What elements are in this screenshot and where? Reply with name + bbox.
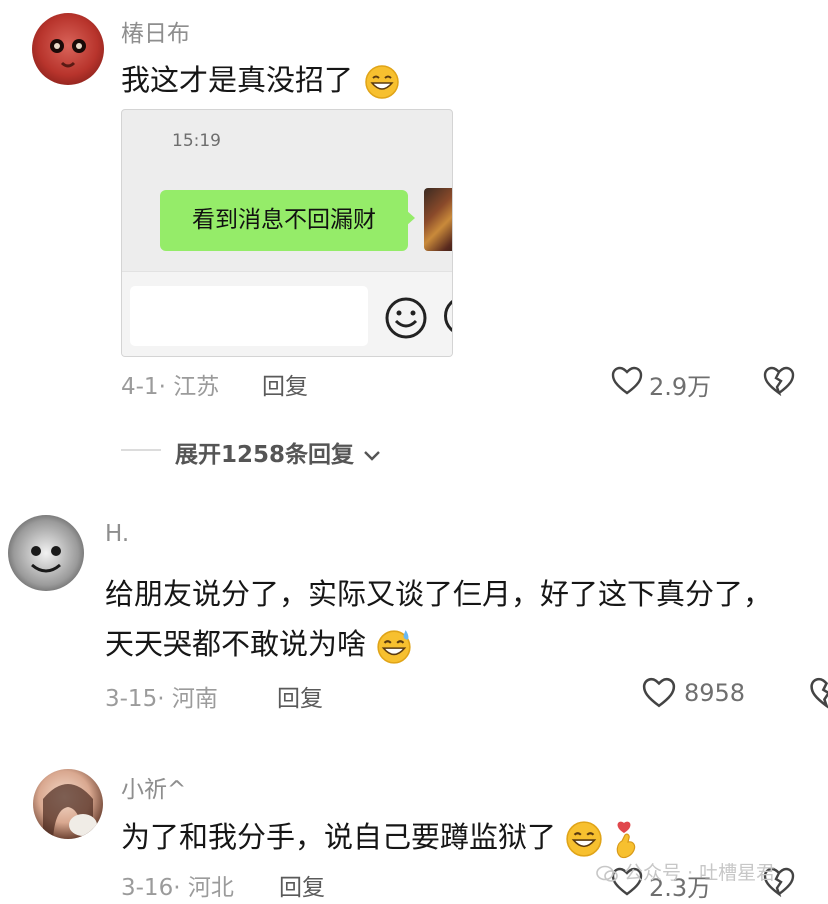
chat-input-bar <box>122 271 452 356</box>
username[interactable]: 椿日布 <box>121 14 190 48</box>
date-location: 4-1· 江苏 <box>121 374 220 400</box>
sweat-smile-emoji-icon <box>377 630 411 664</box>
portrait-icon <box>43 784 97 839</box>
like-count: 8958 <box>684 679 746 707</box>
reply-button[interactable]: 回复 <box>277 679 323 713</box>
avatar[interactable] <box>33 769 103 839</box>
heart-icon[interactable] <box>642 677 676 709</box>
grin-emoji-icon <box>365 65 399 99</box>
expand-replies-button[interactable]: 展开1258条回复 <box>175 435 382 469</box>
broken-heart-icon[interactable] <box>806 677 828 709</box>
chat-timestamp: 15:19 <box>172 131 221 151</box>
embedded-chat-screenshot[interactable]: 15:19 看到消息不回漏财 <box>121 109 453 357</box>
username[interactable]: 小祈^ <box>121 770 186 804</box>
wechat-icon <box>596 865 618 882</box>
date-location: 3-16· 河北 <box>121 875 234 901</box>
heart-icon[interactable] <box>611 366 643 396</box>
watermark-text: 公众号 · 吐槽星君 <box>624 862 776 884</box>
face-icon <box>31 546 61 573</box>
divider-line <box>121 449 161 451</box>
grin-emoji-icon <box>566 821 602 857</box>
chevron-down-icon <box>364 450 380 461</box>
comment-text-body: 我这才是真没招了 <box>121 63 354 97</box>
comment-text-body: 为了和我分手，说自己要蹲监狱了 <box>121 820 557 854</box>
date-location: 3-15· 河南 <box>105 686 218 712</box>
reply-button[interactable]: 回复 <box>279 868 325 902</box>
comment-text-line1: 给朋友说分了，实际又谈了仨月，好了这下真分了， <box>105 577 773 611</box>
plus-icon <box>444 296 452 336</box>
comment-text-line2: 天天哭都不敢说为啥 <box>105 627 367 661</box>
chat-message-bubble: 看到消息不回漏财 <box>160 190 408 251</box>
avatar[interactable] <box>32 13 104 85</box>
broken-heart-icon[interactable] <box>763 366 795 396</box>
chat-avatar <box>424 188 452 251</box>
like-count: 2.9万 <box>649 373 712 401</box>
chat-input-field <box>130 286 368 346</box>
watermark: 公众号 · 吐槽星君 <box>596 858 775 885</box>
avatar[interactable] <box>8 515 84 591</box>
comment-text: 我这才是真没招了 <box>121 57 400 100</box>
expand-replies-label: 展开1258条回复 <box>175 442 355 468</box>
cat-face-icon <box>50 39 86 68</box>
reply-button[interactable]: 回复 <box>262 367 308 401</box>
comment-text: 天天哭都不敢说为啥 <box>105 621 413 665</box>
bubble-tail <box>406 210 415 226</box>
finger-heart-icon <box>617 821 636 859</box>
username[interactable]: H. <box>105 521 129 547</box>
comment-text: 为了和我分手，说自己要蹲监狱了 <box>121 814 642 859</box>
smiley-icon <box>385 297 427 339</box>
